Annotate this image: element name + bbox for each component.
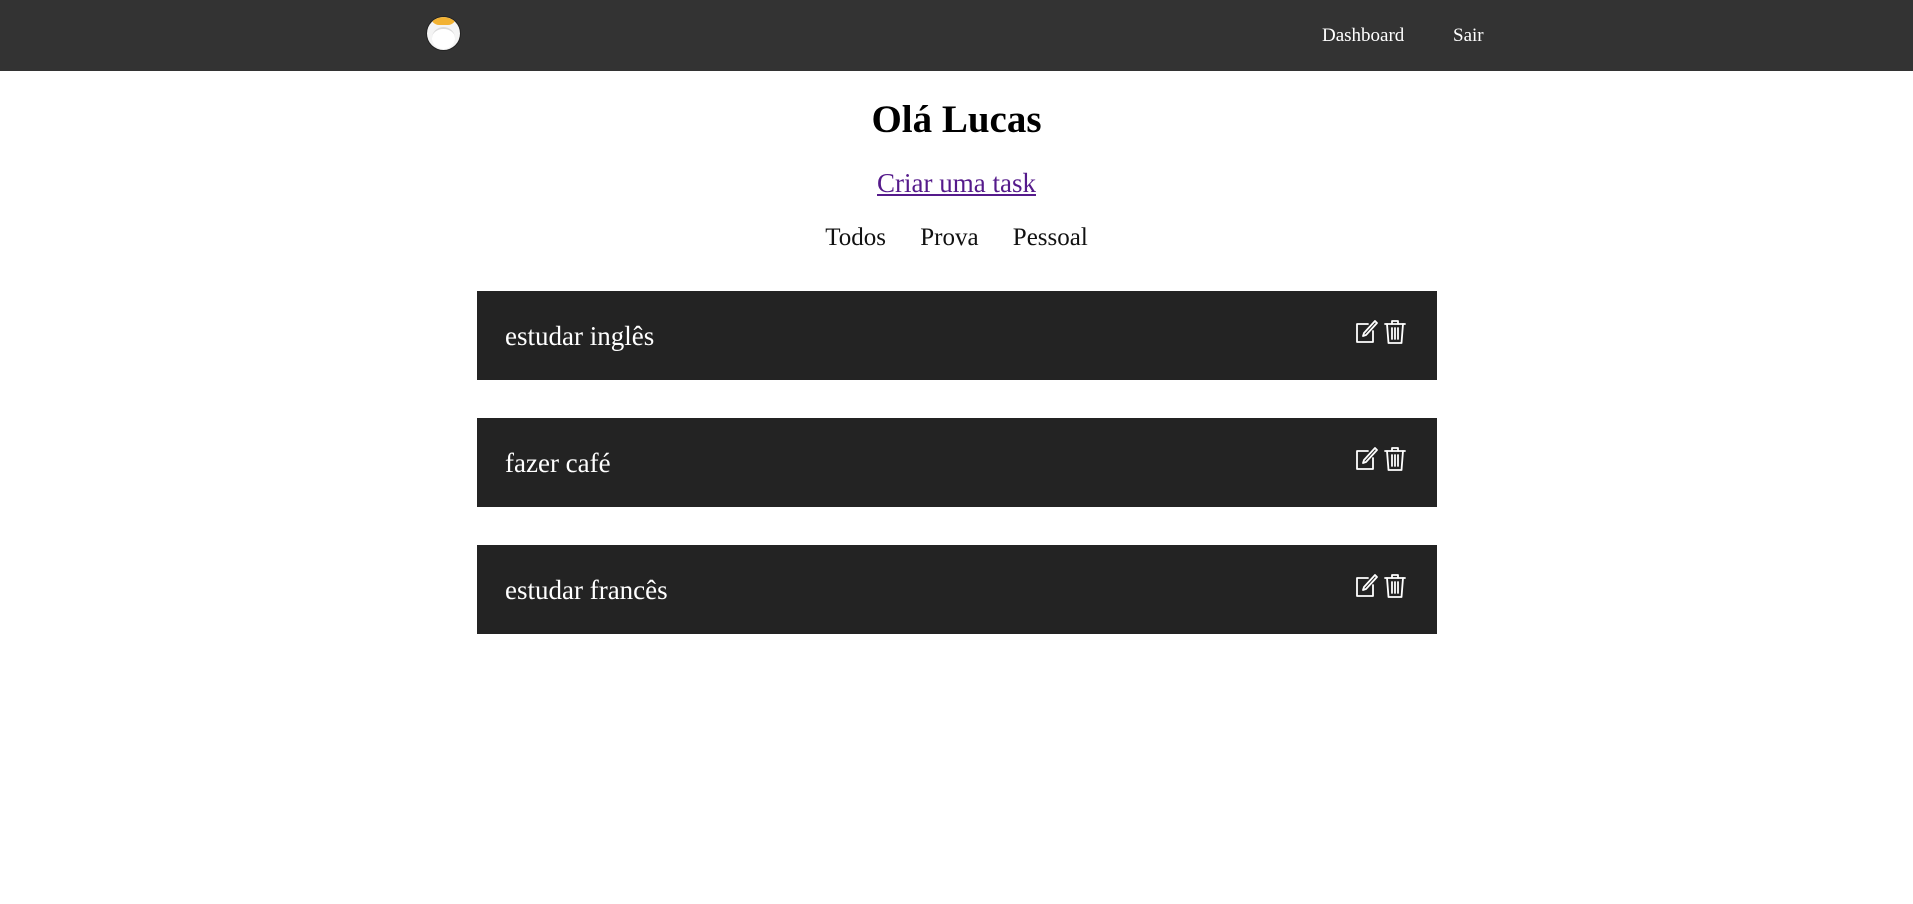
logo-icon[interactable] bbox=[427, 17, 460, 50]
task-title: fazer café bbox=[505, 448, 611, 478]
task-actions bbox=[1354, 446, 1407, 472]
category-filters: Todos Prova Pessoal bbox=[0, 222, 1913, 254]
filter-todos[interactable]: Todos bbox=[825, 222, 886, 254]
edit-icon[interactable] bbox=[1354, 446, 1378, 472]
nav-dashboard-link[interactable]: Dashboard bbox=[1322, 24, 1404, 48]
page-title: Olá Lucas bbox=[871, 98, 1042, 141]
logo-cap-shape bbox=[431, 17, 456, 25]
top-navbar: Dashboard Sair bbox=[0, 0, 1913, 71]
task-card: estudar francês bbox=[477, 545, 1437, 634]
logo-face-shape bbox=[432, 27, 455, 49]
filter-pessoal[interactable]: Pessoal bbox=[1013, 222, 1088, 254]
create-task-wrapper: Criar uma task bbox=[0, 166, 1913, 200]
filter-prova[interactable]: Prova bbox=[920, 222, 978, 254]
trash-icon[interactable] bbox=[1383, 319, 1407, 345]
task-actions bbox=[1354, 573, 1407, 599]
task-actions bbox=[1354, 319, 1407, 345]
edit-icon[interactable] bbox=[1354, 573, 1378, 599]
task-card: fazer café bbox=[477, 418, 1437, 507]
trash-icon[interactable] bbox=[1383, 446, 1407, 472]
create-task-link[interactable]: Criar uma task bbox=[877, 168, 1036, 198]
edit-icon[interactable] bbox=[1354, 319, 1378, 345]
trash-icon[interactable] bbox=[1383, 573, 1407, 599]
task-card: estudar inglês bbox=[477, 291, 1437, 380]
nav-logout-link[interactable]: Sair bbox=[1453, 24, 1484, 48]
task-title: estudar inglês bbox=[505, 321, 655, 351]
task-title: estudar francês bbox=[505, 575, 668, 605]
